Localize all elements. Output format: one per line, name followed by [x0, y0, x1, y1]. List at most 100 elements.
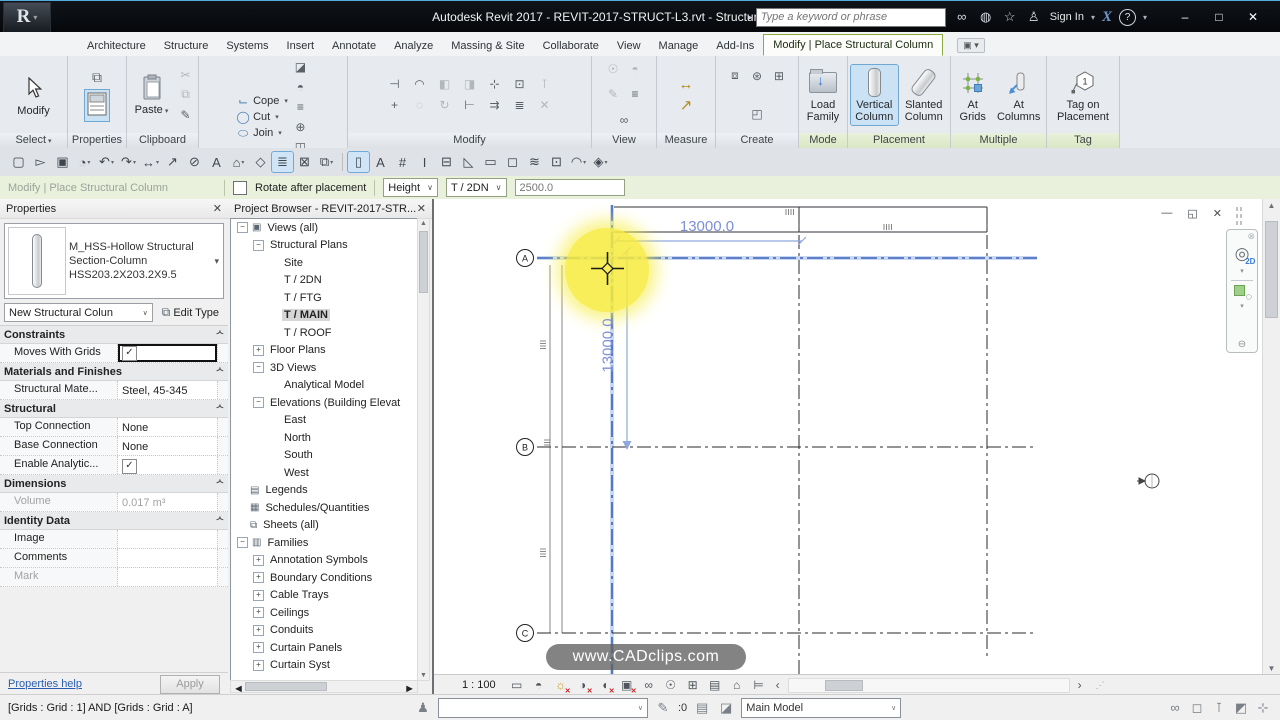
- at-grids-button[interactable]: At Grids: [954, 65, 991, 125]
- sign-in-button[interactable]: Sign In: [1050, 11, 1084, 23]
- scroll-up-icon[interactable]: ▲: [1263, 201, 1280, 210]
- family-types-icon[interactable]: ⧉: [88, 68, 107, 86]
- property-group-identity-data[interactable]: Identity Data ᄉ: [0, 512, 228, 530]
- show-crop-region-icon[interactable]: ▣: [618, 677, 637, 695]
- favorites-icon[interactable]: ☆: [1001, 9, 1019, 25]
- property-row-structural-mate[interactable]: Structural Mate... Steel, 45-345: [0, 381, 228, 400]
- tree-item-analytical-model[interactable]: Analytical Model: [231, 377, 417, 395]
- scroll-right-icon[interactable]: ›: [1078, 678, 1082, 692]
- hidden-lines-icon[interactable]: ≡: [626, 85, 645, 103]
- view-restore-icon[interactable]: ◱: [1187, 207, 1197, 220]
- search-input[interactable]: [755, 7, 946, 27]
- cutaway-view-icon[interactable]: ◓: [626, 60, 645, 78]
- join-unjoin-icon[interactable]: ⊕: [291, 118, 310, 136]
- properties-header[interactable]: Properties ✕: [0, 199, 228, 219]
- temporary-dimension-value-vertical[interactable]: 13000.0: [600, 300, 617, 392]
- checkbox[interactable]: ✓: [122, 458, 137, 474]
- tree-item-curtain-panels[interactable]: + Curtain Panels: [231, 639, 417, 657]
- worksets-icon[interactable]: ♟: [414, 700, 432, 716]
- apply-button[interactable]: Apply: [160, 674, 220, 694]
- light-bulb-temporary-hide-icon[interactable]: ☉: [604, 60, 623, 78]
- paint-icon[interactable]: ◓: [291, 78, 310, 96]
- hide-analytical-model-icon[interactable]: ⌂: [728, 677, 746, 693]
- properties-filter-dropdown[interactable]: New Structural Colun ∨: [4, 303, 153, 322]
- close-button[interactable]: ✕: [1236, 4, 1270, 30]
- minus-expander-icon[interactable]: −: [253, 362, 264, 374]
- tab-architecture[interactable]: Architecture: [78, 36, 155, 56]
- at-columns-button[interactable]: At Columns: [994, 65, 1043, 125]
- tree-item-south[interactable]: South: [231, 447, 417, 465]
- delete-icon[interactable]: ✕: [535, 96, 554, 114]
- tab-collaborate[interactable]: Collaborate: [534, 36, 608, 56]
- measure-ruler-icon[interactable]: ↔: [677, 75, 696, 93]
- tree-item-t-2dn[interactable]: T / 2DN: [231, 272, 417, 290]
- grid-icon[interactable]: #: [392, 152, 413, 172]
- property-group-dimensions[interactable]: Dimensions ᄉ: [0, 475, 228, 493]
- view-close-icon[interactable]: ✕: [1213, 207, 1222, 220]
- tree-item-t-roof[interactable]: T / ROOF: [231, 324, 417, 342]
- binoculars-search-icon[interactable]: ∞: [953, 9, 971, 25]
- create-assembly-icon[interactable]: ◰: [748, 105, 767, 123]
- tree-item-curtain-syst[interactable]: + Curtain Syst: [231, 657, 417, 675]
- sign-in-avatar-icon[interactable]: ♙: [1025, 9, 1043, 25]
- temporary-dimension-value-horizontal[interactable]: 13000.0: [662, 218, 752, 235]
- temporary-view-properties-icon[interactable]: ▤: [706, 677, 724, 693]
- steering-wheel-icon[interactable]: ◎ 2D: [1235, 244, 1256, 266]
- tree-item-ceilings[interactable]: + Ceilings: [231, 604, 417, 622]
- rotate-icon[interactable]: ↻: [435, 96, 454, 114]
- copy-element-icon[interactable]: ◌: [410, 96, 429, 114]
- active-option-only-icon[interactable]: ◪: [717, 700, 735, 716]
- scroll-thumb[interactable]: [419, 231, 428, 293]
- tree-item-3d-views[interactable]: −3D Views: [231, 359, 417, 377]
- property-row-image[interactable]: Image: [0, 530, 228, 549]
- navbar-close-icon[interactable]: ⊗: [1247, 231, 1255, 242]
- wall-joins-icon[interactable]: ≡: [291, 98, 310, 116]
- design-option-dropdown[interactable]: Main Model ∨: [741, 697, 902, 718]
- crop-view-icon[interactable]: ◖: [596, 677, 615, 695]
- aligned-dimension-icon[interactable]: ↗: [677, 96, 696, 114]
- plus-expander-icon[interactable]: +: [253, 589, 264, 601]
- minus-expander-icon[interactable]: −: [237, 222, 248, 234]
- pin-icon[interactable]: ⊺: [535, 75, 554, 93]
- checkbox[interactable]: ✓: [122, 345, 137, 361]
- tab-manage[interactable]: Manage: [650, 36, 708, 56]
- linework-icon[interactable]: ✎: [604, 85, 623, 103]
- glasses-view-icon[interactable]: ∞: [615, 111, 634, 129]
- exchange-apps-icon[interactable]: X: [1102, 9, 1112, 26]
- type-selector[interactable]: M_HSS-Hollow Structural Section-Column H…: [4, 223, 224, 299]
- communication-center-icon[interactable]: ◍: [977, 9, 995, 25]
- vertical-column-button[interactable]: Vertical Column: [850, 63, 899, 126]
- cope-button[interactable]: ⌙ Cope ▾: [236, 94, 288, 108]
- tab-add-ins[interactable]: Add-Ins: [707, 36, 763, 56]
- minus-expander-icon[interactable]: −: [237, 537, 248, 549]
- select-underlay-toggle-icon[interactable]: ◻: [1188, 700, 1206, 716]
- trim-extend-multiple-icon[interactable]: ⇉: [485, 96, 504, 114]
- offset-value-input[interactable]: [514, 179, 625, 196]
- tree-item-boundary-conditions[interactable]: + Boundary Conditions: [231, 569, 417, 587]
- drag-on-selection-toggle-icon[interactable]: ⊹: [1254, 700, 1272, 716]
- move-icon[interactable]: +: [385, 96, 404, 114]
- tree-item-elevations-building-elevat[interactable]: − Elevations (Building Elevat: [231, 394, 417, 412]
- structural-wall-icon[interactable]: ⊟: [436, 152, 457, 172]
- tree-item-legends[interactable]: ▤ Legends: [231, 482, 417, 500]
- project-browser-header[interactable]: Project Browser - REVIT-2017-STR... ✕: [228, 199, 432, 219]
- tab-view[interactable]: View: [608, 36, 650, 56]
- view-minimize-icon[interactable]: —: [1161, 207, 1172, 220]
- create-similar-icon[interactable]: ⊛: [748, 67, 767, 85]
- load-family-button[interactable]: ↓ Load Family: [802, 65, 844, 125]
- property-group-constraints[interactable]: Constraints ᄉ: [0, 326, 228, 344]
- thin-lines-icon[interactable]: ≣: [271, 151, 294, 173]
- plus-expander-icon[interactable]: +: [253, 607, 264, 619]
- reveal-constraints-icon[interactable]: ⊨: [750, 677, 768, 693]
- slanted-column-button[interactable]: Slanted Column: [901, 65, 948, 125]
- panel-label-properties[interactable]: Properties: [68, 133, 126, 148]
- property-group-structural[interactable]: Structural ᄉ: [0, 400, 228, 418]
- scroll-thumb[interactable]: [1265, 221, 1278, 318]
- tree-item-north[interactable]: North: [231, 429, 417, 447]
- cut-geometry-icon[interactable]: ◪: [291, 58, 310, 76]
- paste-button[interactable]: Paste ▾: [130, 70, 173, 120]
- property-row-volume[interactable]: Volume 0.017 m³: [0, 493, 228, 512]
- plus-expander-icon[interactable]: +: [253, 554, 264, 566]
- property-row-base-connection[interactable]: Base Connection None: [0, 437, 228, 456]
- tree-item-site[interactable]: Site: [231, 254, 417, 272]
